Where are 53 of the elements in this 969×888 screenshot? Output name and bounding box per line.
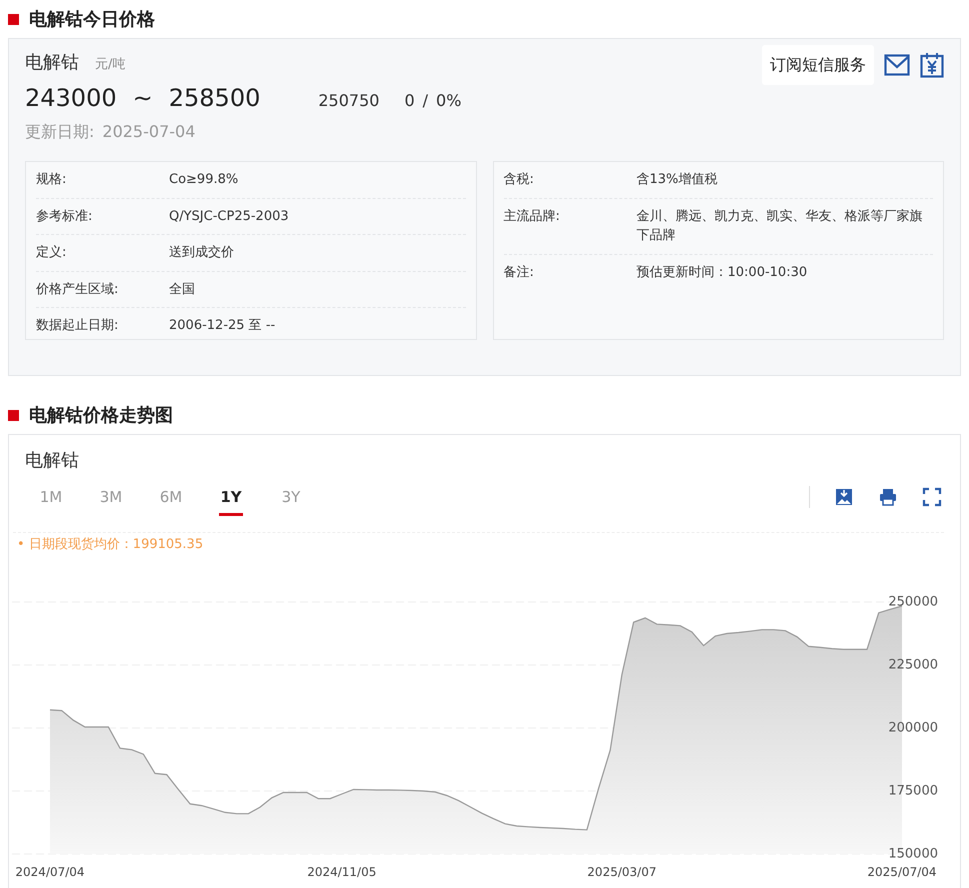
price-change: 0 <box>404 90 415 112</box>
spec-label: 规格: <box>36 171 68 189</box>
section-title: 电解钴价格走势图 <box>29 404 173 428</box>
x-axis-label: 2024/11/05 <box>307 865 376 879</box>
section-marker <box>8 410 19 420</box>
update-label: 更新日期: <box>25 121 94 143</box>
spec-label: 数据起止日期: <box>36 317 120 335</box>
spec-label: 含税: <box>504 171 535 189</box>
x-axis-label: 2025/07/04 <box>867 865 937 879</box>
spec-value: Co≥99.8% <box>169 171 238 189</box>
average-note: • 日期段现货均价：199105.35 <box>13 532 944 554</box>
fullscreen-icon[interactable] <box>922 487 942 507</box>
price-low: 243000 <box>25 83 117 114</box>
x-axis-label: 2025/03/07 <box>587 865 656 879</box>
average-price: 250750 <box>318 90 380 112</box>
print-icon[interactable] <box>878 487 898 507</box>
y-axis-label: 250000 <box>888 594 938 610</box>
spec-value: 金川、腾远、凯力克、凯实、华友、格派等厂家旗下品牌 <box>636 208 924 245</box>
range-tab[interactable]: 3Y <box>261 482 321 522</box>
range-tab[interactable]: 1M <box>21 482 81 522</box>
spec-value: 送到成交价 <box>169 244 234 262</box>
spec-label: 价格产生区域: <box>36 280 120 298</box>
y-axis-label: 200000 <box>888 720 938 736</box>
y-axis-label: 225000 <box>888 658 938 672</box>
mail-icon[interactable] <box>884 54 910 76</box>
chart-title: 电解钴 <box>24 449 80 473</box>
calendar-yen-icon[interactable] <box>920 52 944 78</box>
spec-value: 全国 <box>169 280 195 298</box>
spec-value: 2006-12-25 至 -- <box>169 317 276 335</box>
image-download-icon[interactable] <box>834 487 854 507</box>
update-date: 2025-07-04 <box>102 121 196 143</box>
price-high: 258500 <box>168 83 260 114</box>
spec-label: 参考标准: <box>36 208 94 226</box>
spec-value: Q/YSJC-CP25-2003 <box>169 208 289 226</box>
range-tab[interactable]: 6M <box>141 482 201 522</box>
range-tab[interactable]: 3M <box>81 482 141 522</box>
subscribe-tooltip: 订阅短信服务 <box>762 45 874 85</box>
y-axis-label: 175000 <box>888 784 938 798</box>
unit-label: 元/吨 <box>95 56 126 74</box>
spec-label: 备注: <box>504 264 535 282</box>
slash-separator: / <box>422 90 428 112</box>
spec-label: 定义: <box>36 244 68 262</box>
spec-value: 预估更新时间：10:00-10:30 <box>636 264 808 282</box>
x-axis-label: 2024/07/04 <box>15 865 85 879</box>
spec-label: 主流品牌: <box>504 208 561 226</box>
range-separator: ~ <box>132 83 153 114</box>
spec-value: 含13%增值税 <box>636 171 718 189</box>
y-axis-label: 150000 <box>888 846 938 862</box>
product-name: 电解钴 <box>25 51 79 75</box>
section-title: 电解钴今日价格 <box>29 8 155 32</box>
change-percent: 0% <box>436 90 462 112</box>
section-marker <box>8 14 19 24</box>
range-tab[interactable]: 1Y <box>201 482 261 522</box>
